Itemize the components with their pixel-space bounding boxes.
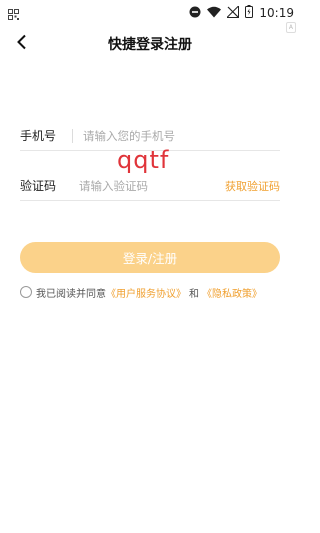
get-code-button[interactable]: 获取验证码	[225, 178, 280, 194]
page-title: 快捷登录注册	[108, 37, 192, 53]
no-signal-icon	[226, 3, 240, 22]
do-not-disturb-icon	[189, 3, 201, 22]
agreement-prefix: 我已阅读并同意	[36, 288, 106, 300]
login-register-button[interactable]: 登录/注册	[20, 242, 280, 273]
agreement-and: 和	[189, 288, 199, 300]
wifi-icon	[207, 3, 222, 22]
phone-label: 手机号	[20, 129, 57, 143]
battery-icon	[245, 3, 254, 22]
agreement-row: 我已阅读并同意 《用户服务协议》 和 《隐私政策》	[20, 284, 285, 300]
code-label: 验证码	[20, 179, 57, 193]
code-field-row: 验证码 获取验证码	[20, 171, 280, 201]
field-divider	[72, 128, 73, 143]
code-input[interactable]	[79, 174, 225, 197]
phone-input[interactable]	[83, 124, 280, 147]
agreement-checkbox[interactable]	[20, 286, 32, 298]
captcha-text: qqtf	[117, 146, 170, 174]
status-time: 10:19	[259, 5, 294, 20]
user-agreement-link[interactable]: 《用户服务协议》	[106, 285, 186, 300]
status-bar: 10:19 A	[0, 0, 300, 33]
nav-bar: 快捷登录注册	[0, 22, 300, 66]
privacy-policy-link[interactable]: 《隐私政策》	[202, 285, 262, 300]
